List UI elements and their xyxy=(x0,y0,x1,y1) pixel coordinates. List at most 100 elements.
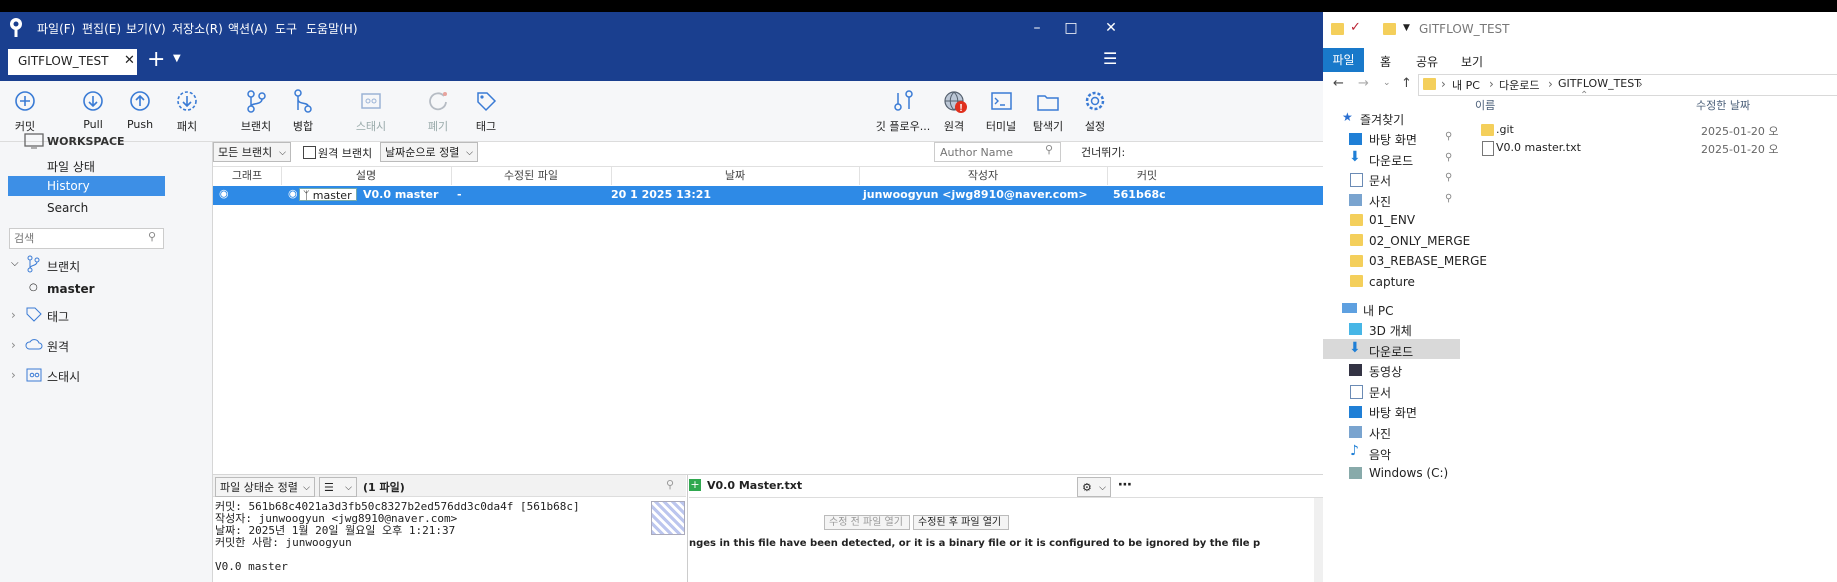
remotes-chevron-right-icon[interactable]: › xyxy=(11,338,16,352)
sidebar-search-field[interactable]: ⚲ xyxy=(9,228,164,249)
column-commit[interactable]: 커밋 xyxy=(1107,167,1187,185)
menu-file[interactable]: 파일(F) xyxy=(37,20,75,37)
diff-options-dropdown[interactable]: ⚙ ⌵ xyxy=(1077,477,1111,497)
forward-arrow-icon[interactable]: → xyxy=(1358,76,1369,91)
sidebar-item-file-status[interactable]: 파일 상태 xyxy=(47,158,95,175)
svg-text:!: ! xyxy=(959,103,962,114)
breadcrumb-gitflow-test[interactable]: GITFLOW_TEST xyxy=(1558,77,1641,90)
nav-folder-capture[interactable]: capture xyxy=(1369,275,1415,289)
address-bar[interactable]: › 내 PC › 다운로드 › GITFLOW_TEST › xyxy=(1418,74,1837,96)
ribbon-tab-home[interactable]: 홈 xyxy=(1380,53,1391,70)
open-before-button[interactable]: 수정 전 파일 열기 xyxy=(824,515,910,530)
nav-videos[interactable]: 동영상 xyxy=(1369,363,1402,380)
sidebar-item-search[interactable]: Search xyxy=(47,201,88,215)
column-header-name[interactable]: 이름 xyxy=(1475,97,1495,113)
pin-icon[interactable]: ⚲ xyxy=(1445,131,1452,142)
nav-documents[interactable]: 문서 xyxy=(1369,172,1391,189)
tab-list-chevron-icon[interactable]: ▼ xyxy=(173,53,181,64)
skip-label: 건너뛰기: xyxy=(1081,146,1126,159)
back-arrow-icon[interactable]: ← xyxy=(1333,76,1344,91)
menu-edit[interactable]: 편집(E) xyxy=(82,20,121,37)
menu-help[interactable]: 도움말(H) xyxy=(306,20,358,37)
nav-this-pc[interactable]: 내 PC xyxy=(1363,302,1393,319)
sidebar-item-history[interactable]: History xyxy=(8,176,165,196)
nav-folder-03-rebase-merge[interactable]: 03_REBASE_MERGE xyxy=(1369,254,1487,268)
column-author[interactable]: 작성자 xyxy=(859,167,1108,185)
more-options-icon[interactable]: ⋯ xyxy=(1118,477,1132,493)
file-status-sort-dropdown[interactable]: 파일 상태순 정렬 ⌵ xyxy=(215,477,315,497)
search-icon[interactable]: ⚲ xyxy=(666,478,674,491)
ribbon-tab-share[interactable]: 공유 xyxy=(1416,53,1438,70)
nav-folder-02-only-merge[interactable]: 02_ONLY_MERGE xyxy=(1369,234,1470,248)
new-tab-icon[interactable]: + xyxy=(147,47,165,72)
column-graph[interactable]: 그래프 xyxy=(213,167,282,185)
maximize-button[interactable]: □ xyxy=(1051,16,1091,40)
column-description[interactable]: 설명 xyxy=(281,167,452,185)
fetch-button[interactable]: 패치 xyxy=(157,87,217,134)
remote-branches-checkbox[interactable] xyxy=(303,146,316,159)
up-arrow-icon[interactable]: ↑ xyxy=(1401,76,1412,91)
column-header-modified[interactable]: 수정한 날짜 xyxy=(1696,97,1750,113)
breadcrumb-this-pc[interactable]: 내 PC xyxy=(1452,77,1480,93)
nav-downloads[interactable]: 다운로드 xyxy=(1369,152,1413,169)
nav-this-pc-desktop[interactable]: 바탕 화면 xyxy=(1369,404,1417,421)
commit-button[interactable]: 커밋 xyxy=(0,87,55,134)
recent-chevron-icon[interactable]: ⌄ xyxy=(1383,78,1391,88)
nav-quick-access[interactable]: 즐겨찾기 xyxy=(1360,111,1404,128)
sidebar-stashes-label[interactable]: 스태시 xyxy=(47,368,80,385)
close-tab-icon[interactable]: ✕ xyxy=(124,53,135,68)
stash-button[interactable]: 스태시 xyxy=(341,87,401,134)
nav-folder-01-env[interactable]: 01_ENV xyxy=(1369,213,1415,227)
nav-desktop[interactable]: 바탕 화면 xyxy=(1369,131,1417,148)
pin-icon[interactable]: ⚲ xyxy=(1445,172,1452,183)
properties-check-icon[interactable]: ✓ xyxy=(1350,20,1361,35)
menu-repository[interactable]: 저장소(R) xyxy=(172,20,223,37)
hamburger-menu-icon[interactable]: ☰ xyxy=(1103,49,1117,68)
branches-chevron-down-icon[interactable]: ⌵ xyxy=(11,258,19,269)
menu-action[interactable]: 액션(A) xyxy=(228,20,268,37)
sidebar-branches-label[interactable]: 브랜치 xyxy=(47,258,80,275)
sidebar-remotes-label[interactable]: 원격 xyxy=(47,338,69,355)
nav-this-pc-documents[interactable]: 문서 xyxy=(1369,384,1391,401)
settings-button[interactable]: 설정 xyxy=(1065,87,1125,134)
sidebar: WORKSPACE 파일 상태 History Search ⚲ ⌵ 브랜치 ○… xyxy=(0,133,213,582)
sidebar-tags-label[interactable]: 태그 xyxy=(47,308,69,325)
new-folder-icon[interactable] xyxy=(1383,23,1396,35)
pin-icon[interactable]: ⚲ xyxy=(1445,152,1452,163)
repo-tab[interactable]: GITFLOW_TEST ✕ xyxy=(8,49,137,75)
diff-scrollbar[interactable] xyxy=(1314,498,1323,582)
author-filter-input[interactable] xyxy=(938,144,1042,160)
column-date[interactable]: 날짜 xyxy=(611,167,860,185)
table-row[interactable]: ◉ ◉ ᛉ master V0.0 master - 20 1 2025 13:… xyxy=(213,186,1323,205)
close-window-button[interactable]: ✕ xyxy=(1091,16,1131,40)
nav-3d-objects[interactable]: 3D 개체 xyxy=(1369,322,1412,339)
author-filter-field[interactable]: ⚲ xyxy=(934,142,1061,162)
sidebar-item-master[interactable]: master xyxy=(47,282,95,296)
sidebar-search-input[interactable] xyxy=(12,230,141,247)
breadcrumb-downloads[interactable]: 다운로드 xyxy=(1499,77,1539,93)
nav-this-pc-downloads[interactable]: 다운로드 xyxy=(1369,343,1413,360)
sort-by-date-dropdown[interactable]: 날짜순으로 정렬 ⌵ xyxy=(380,142,478,162)
all-branches-dropdown[interactable]: 모든 브랜치 ⌵ xyxy=(213,142,291,162)
breadcrumb-sep-icon: › xyxy=(1638,77,1643,91)
nav-music[interactable]: 음악 xyxy=(1369,446,1391,463)
menu-tools[interactable]: 도구 xyxy=(275,20,297,37)
quick-access-chevron-icon[interactable]: ▼ xyxy=(1403,23,1410,33)
menu-view[interactable]: 보기(V) xyxy=(126,20,166,37)
open-after-button[interactable]: 수정된 후 파일 열기 xyxy=(913,515,1009,530)
nav-this-pc-pictures[interactable]: 사진 xyxy=(1369,425,1391,442)
file-row-git-name[interactable]: .git xyxy=(1496,123,1514,136)
column-modified-files[interactable]: 수정된 파일 xyxy=(451,167,612,185)
merge-button[interactable]: 병합 xyxy=(273,87,333,134)
stashes-chevron-right-icon[interactable]: › xyxy=(11,368,16,382)
nav-pictures[interactable]: 사진 xyxy=(1369,193,1391,210)
text-file-icon xyxy=(1482,141,1494,156)
tags-chevron-right-icon[interactable]: › xyxy=(11,308,16,322)
ribbon-tab-file[interactable]: 파일 xyxy=(1323,48,1364,72)
pin-icon[interactable]: ⚲ xyxy=(1445,193,1452,204)
file-row-txt-name[interactable]: V0.0 master.txt xyxy=(1496,141,1581,154)
nav-windows-c[interactable]: Windows (C:) xyxy=(1369,466,1448,480)
tag-button[interactable]: 태그 xyxy=(456,87,516,134)
view-mode-dropdown[interactable]: ☰ ⌵ xyxy=(319,477,357,497)
ribbon-tab-view[interactable]: 보기 xyxy=(1461,53,1483,70)
